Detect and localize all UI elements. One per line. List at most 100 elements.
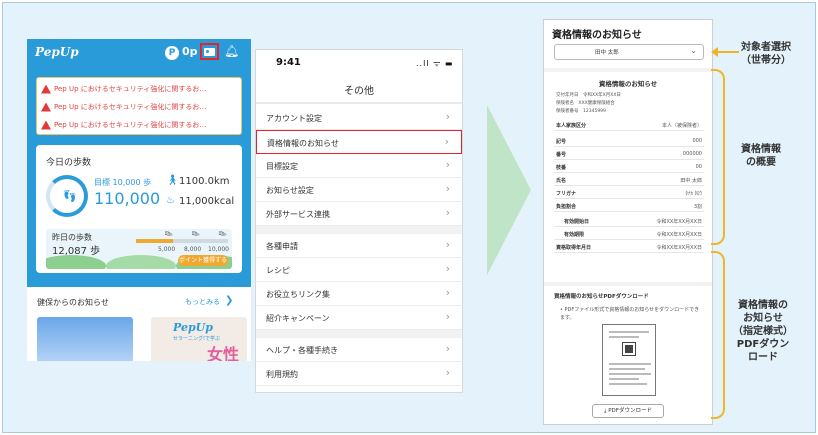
qualification-key: 有効期限 (564, 232, 585, 238)
qr-code-icon (622, 342, 636, 356)
qualification-value: 00 (695, 164, 702, 170)
qualification-key: 番号 (556, 152, 567, 158)
steps-progress-ring: 👣︎ (46, 175, 88, 217)
chevron-right-icon: › (445, 366, 450, 379)
get-points-button[interactable]: ポイント獲得する (178, 255, 228, 266)
pdf-preview (602, 324, 656, 396)
qualification-key: フリガナ (556, 191, 577, 197)
warning-icon (41, 102, 51, 112)
thumbnail-heading: 女性 (207, 345, 240, 361)
warning-icon (41, 84, 51, 94)
member-select[interactable]: 田中 太郎 ⌄ (554, 44, 704, 60)
chevron-right-icon: › (445, 342, 450, 355)
alert-item[interactable]: Pep Up におけるセキュリティ強化に関するお… (41, 98, 237, 116)
slide-canvas: PepUp P 0p 🔔︎ Pep Up におけるセキュリティ強化に関するお… … (2, 2, 816, 433)
shoe-icon: 👟︎ (191, 230, 200, 238)
annotation-arrow (711, 47, 739, 57)
status-time: 9:41 (276, 57, 301, 68)
chevron-right-icon: › (445, 310, 450, 323)
pepup-logo: PepUp (35, 45, 79, 59)
chevron-down-icon: ⌄ (690, 46, 697, 55)
yesterday-steps: 12,087 歩 (52, 246, 101, 257)
warning-icon (41, 120, 51, 130)
qualification-row: 資格取得年月日 令和XX年XX月XX日 (554, 242, 704, 253)
qualification-row: 本人家族区分 本人（被保険者） (554, 120, 704, 131)
qualification-value: 本人（被保険者） (661, 123, 702, 129)
points-balance[interactable]: 0p (182, 45, 198, 58)
qualification-card-button[interactable] (200, 43, 219, 60)
news-more-link[interactable]: もっとみる (185, 297, 220, 307)
points-icon: P (165, 46, 179, 60)
steps-count: 110,000 (94, 189, 161, 208)
divider (256, 102, 462, 104)
menu-item-useful-links[interactable]: お役立ちリンク集 › (256, 282, 462, 306)
menu-item-external-services[interactable]: 外部サービス連携 › (256, 202, 462, 226)
annotation-pdf: 資格情報の お知らせ （指定様式） PDFダウン ロード (733, 300, 793, 363)
annotation-brace (711, 69, 725, 245)
chevron-right-icon: › (445, 182, 450, 195)
news-title: 健保からのお知らせ (37, 298, 109, 307)
insurer-name: 保険者名 XXX健康保険組合 (556, 101, 615, 106)
qualification-row: 有効開始日 令和XX年XX月XX日 (554, 216, 704, 227)
news-thumbnail[interactable] (37, 317, 133, 361)
chevron-right-icon: › (445, 262, 450, 275)
qualification-key: 有効開始日 (564, 219, 590, 225)
id-card-icon (204, 47, 215, 56)
security-alerts: Pep Up におけるセキュリティ強化に関するお… Pep Up におけるセキュ… (36, 77, 242, 135)
qualification-row: 氏名 田中 太郎 (554, 175, 704, 186)
menu-item-qualification-notice[interactable]: 資格情報のお知らせ › (256, 130, 462, 154)
menu-item-account[interactable]: アカウント設定 › (256, 106, 462, 130)
today-steps-card[interactable]: 今日の歩数 👣︎ 目標 10,000 歩 110,000 🚶︎ 1100.0km… (36, 145, 242, 273)
menu-item-goal[interactable]: 目標設定 › (256, 154, 462, 178)
qualification-row: 負担割合 3割 (554, 201, 704, 212)
annotation-overview: 資格情報 の概要 (741, 144, 781, 168)
yesterday-progress-fill (136, 239, 173, 243)
qualification-key: 枝番 (556, 165, 567, 171)
bell-icon[interactable]: 🔔︎ (224, 44, 239, 58)
walking-icon: 🚶︎ (166, 175, 179, 186)
chevron-right-icon: › (445, 110, 450, 123)
qualification-key: 記号 (556, 139, 567, 145)
qualification-value: 田中 太郎 (680, 178, 702, 184)
milestone-label: 10,000 (208, 246, 229, 253)
issue-date: 交付年月日 令和XX年X月XX日 (556, 93, 621, 98)
qualification-key: 資格取得年月日 (556, 245, 592, 251)
alert-item[interactable]: Pep Up におけるセキュリティ強化に関するお… (41, 116, 237, 134)
qualification-value: 令和XX年XX月XX日 (656, 245, 702, 251)
qualification-key: 負担割合 (556, 204, 577, 210)
footprint-icon: 👣︎ (62, 189, 78, 203)
member-select-value: 田中 太郎 (595, 50, 619, 56)
qualification-row: フリガナ ﾀﾅｶ ﾀﾛｳ (554, 188, 704, 199)
menu-item-recipes[interactable]: レシピ › (256, 258, 462, 282)
news-thumbnail[interactable]: PepUp セラーニング!で学ぶ 女性 (151, 317, 247, 361)
alert-item[interactable]: Pep Up におけるセキュリティ強化に関するお… (41, 80, 237, 98)
menu-item-help[interactable]: ヘルプ・各種手続き › (256, 338, 462, 362)
milestone-label: 5,000 (158, 246, 176, 253)
milestone-label: 8,000 (184, 246, 202, 253)
status-icons: ..ll ᯤ ▬ (416, 59, 454, 68)
section-divider (544, 68, 712, 72)
insurer-number: 保険者番号 12345999 (556, 109, 606, 114)
news-section: 健保からのお知らせ もっとみる ❯ PepUp セラーニング!で学ぶ 女性 (27, 287, 251, 361)
qualification-value: 3割 (693, 204, 702, 210)
qualification-value: 令和XX年XX月XX日 (656, 219, 702, 225)
yesterday-steps-panel: 昨日の歩数 12,087 歩 👟︎ 👟︎ 👟︎ 5,000 8,000 10,0… (46, 229, 232, 269)
qualification-value: ﾀﾅｶ ﾀﾛｳ (685, 191, 702, 197)
qualification-key: 氏名 (556, 178, 567, 184)
page-title: その他 (344, 86, 374, 97)
menu-item-applications[interactable]: 各種申請 › (256, 234, 462, 258)
chevron-right-icon: › (444, 135, 449, 148)
qualification-value: 令和XX年XX月XX日 (656, 232, 702, 238)
distance-value: 1100.0km (179, 176, 230, 187)
shoe-icon: 👟︎ (218, 230, 227, 238)
menu-item-notification[interactable]: お知らせ設定 › (256, 178, 462, 202)
flame-icon: ♨ (166, 195, 175, 206)
qualification-key: 本人家族区分 (556, 123, 587, 129)
thumbnail-logo: PepUp (173, 321, 213, 334)
other-menu-screen: 9:41 ..ll ᯤ ▬ その他 アカウント設定 › 資格情報のお知らせ › 目標… (255, 49, 463, 393)
menu-item-terms[interactable]: 利用規約 › (256, 362, 462, 386)
pdf-download-button[interactable]: ⤓ PDFダウンロード (592, 404, 664, 418)
chevron-right-icon[interactable]: ❯ (225, 295, 233, 306)
annotation-member-select: 対象者選択 （世帯分） (741, 42, 791, 66)
menu-item-referral[interactable]: 紹介キャンペーン › (256, 306, 462, 330)
